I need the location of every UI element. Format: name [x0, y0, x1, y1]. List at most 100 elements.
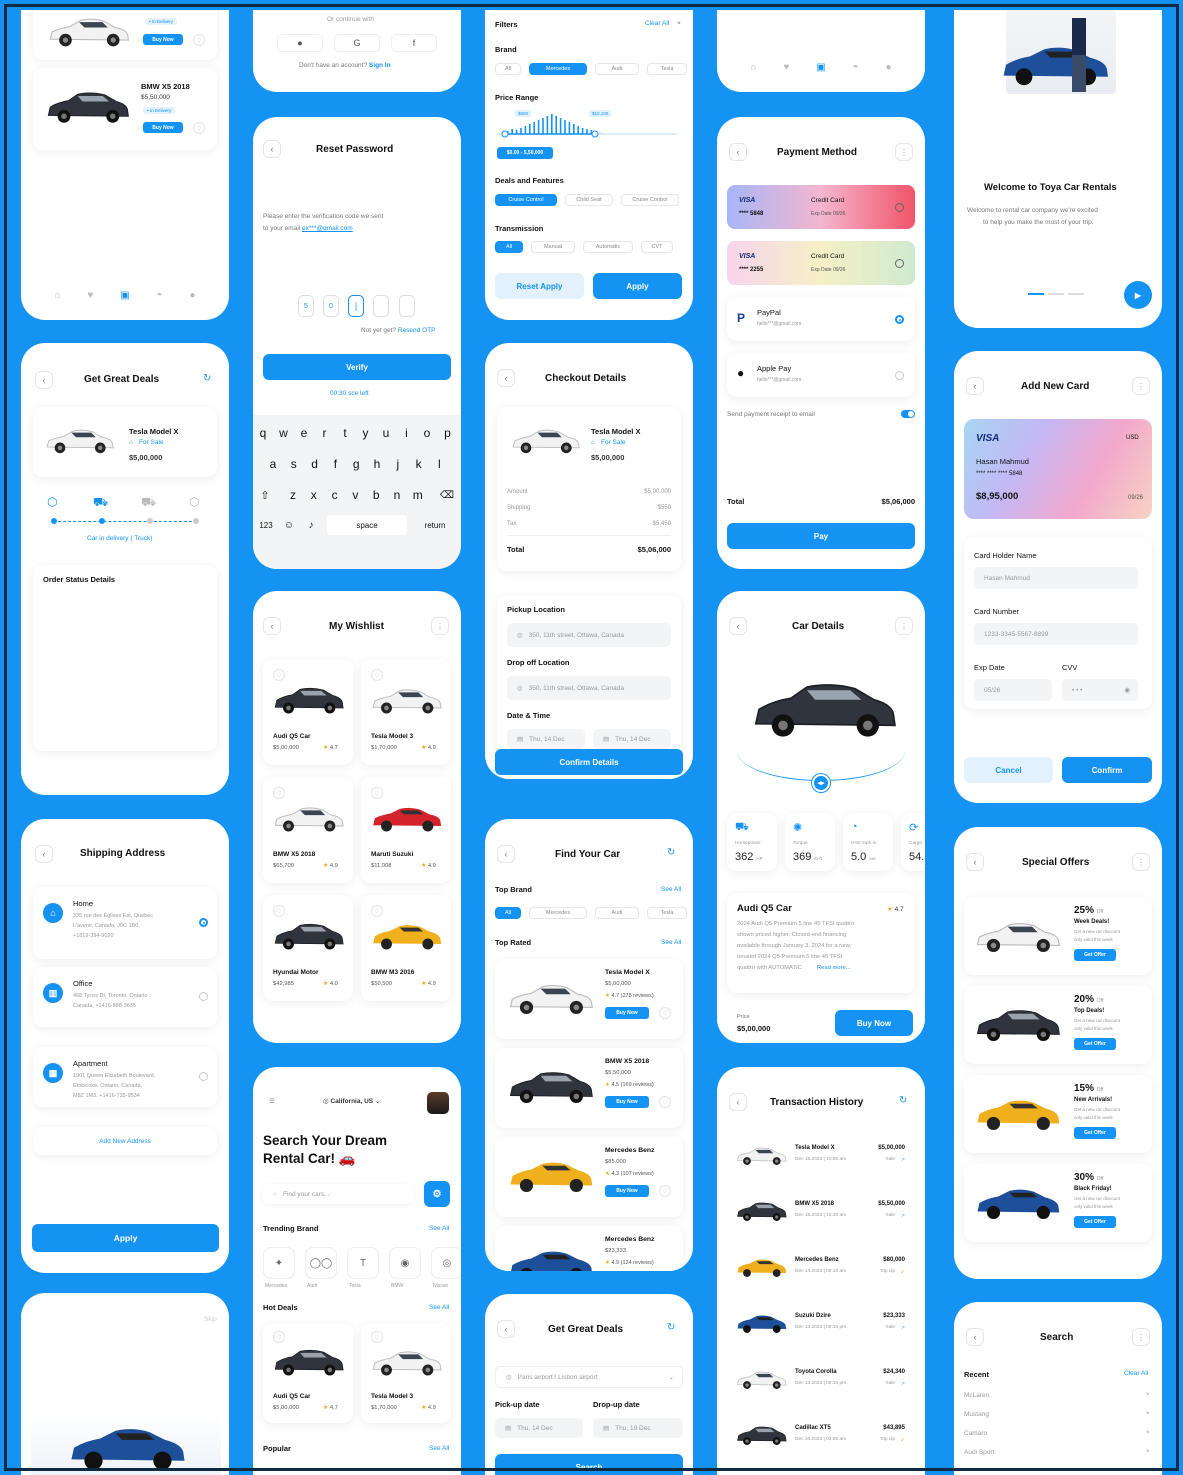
address-card[interactable]: ▦ Apartment 1901 Queen Elizabeth Bouleva…: [33, 1047, 217, 1107]
heart-icon[interactable]: ♡: [273, 905, 285, 917]
card-radio[interactable]: [895, 259, 904, 268]
key-o[interactable]: o: [419, 423, 435, 443]
exp-input[interactable]: 05/26: [974, 679, 1052, 701]
pickup-input[interactable]: ◎ 350, 11th street, Ottawa, Canada: [507, 623, 671, 647]
transaction-row[interactable]: Cadillac XT5 Dec 10,2023 | 02:55 am $43,…: [727, 1417, 915, 1463]
close-icon[interactable]: ×: [1146, 1411, 1150, 1417]
close-icon[interactable]: ×: [1146, 1430, 1150, 1436]
refresh-icon[interactable]: ↻: [667, 1322, 675, 1333]
location-input[interactable]: ◎ Paris airport / Lisbon airport ⌄: [495, 1366, 683, 1388]
filter-chip[interactable]: Child Seat: [565, 194, 613, 206]
apple-pay-radio[interactable]: [895, 371, 904, 380]
signin-link[interactable]: Sign In: [369, 62, 391, 69]
buy-now-button[interactable]: Buy Now: [605, 1185, 649, 1197]
dropoff-input[interactable]: ◎ 350, 11th street, Ottawa, Canada: [507, 676, 671, 700]
heart-icon[interactable]: ♡: [193, 122, 205, 134]
home-icon[interactable]: ⌂: [750, 62, 756, 73]
card-radio[interactable]: [895, 203, 904, 212]
see-all-link[interactable]: See All: [661, 939, 681, 946]
more-options-button[interactable]: ⋮: [1132, 853, 1150, 871]
recent-item[interactable]: McLaren: [964, 1392, 989, 1399]
filter-chip[interactable]: All: [495, 907, 521, 919]
buy-now-button[interactable]: Buy Now: [143, 34, 183, 45]
close-icon[interactable]: ×: [1146, 1449, 1150, 1455]
car-list-item[interactable]: Mercedes Benz $23,333 ★ 4.9 (124 reviews…: [495, 1226, 683, 1271]
return-key[interactable]: return: [413, 515, 457, 535]
transaction-row[interactable]: Mercedes Benz Dec 14,2023 | 09:10 am $80…: [727, 1249, 915, 1295]
more-options-button[interactable]: ⋮: [1132, 377, 1150, 395]
key-r[interactable]: r: [317, 423, 333, 443]
heart-icon[interactable]: ♡: [659, 1007, 671, 1019]
filter-chip[interactable]: Mercedes: [529, 63, 587, 75]
rotate-handle[interactable]: ◂▸: [812, 774, 830, 792]
heart-icon[interactable]: ♡: [659, 1096, 671, 1108]
receipt-toggle[interactable]: [901, 410, 915, 418]
key-g[interactable]: g: [348, 454, 364, 474]
key-s[interactable]: s: [286, 454, 302, 474]
heart-icon[interactable]: ♡: [659, 1185, 671, 1197]
drop-date-input[interactable]: ▤ Thu, 19 Dec: [593, 1418, 683, 1438]
pickup-date-input[interactable]: ▤ Thu, 14 Dec: [495, 1418, 583, 1438]
shift-key[interactable]: ⇧: [257, 485, 273, 505]
location-selector[interactable]: ◎ California, US ⌄: [323, 1097, 380, 1105]
bell-icon[interactable]: ◓: [853, 62, 859, 73]
key-l[interactable]: l: [431, 454, 447, 474]
brand-audi[interactable]: ◯◯: [305, 1247, 337, 1279]
key-x[interactable]: x: [306, 485, 322, 505]
user-icon[interactable]: ●: [885, 62, 891, 73]
clear-all-link[interactable]: Clear All: [1124, 1370, 1148, 1377]
back-button[interactable]: ‹: [35, 845, 53, 863]
filter-chip[interactable]: Tesla: [647, 907, 687, 919]
buy-now-button[interactable]: Buy Now: [605, 1096, 649, 1108]
filter-chip[interactable]: Cruise Control: [495, 194, 557, 206]
filter-chip[interactable]: Tesla: [647, 63, 687, 75]
transaction-row[interactable]: BMW X5 2018 Dec 15,2023 | 12:30 am $5,50…: [727, 1193, 915, 1239]
offer-card[interactable]: 15% Off New Arrivals! Get a new car disc…: [964, 1075, 1152, 1153]
list-item[interactable]: BMW X5 2018 $5,50,000 • In Delivery Buy …: [33, 68, 217, 150]
get-offer-button[interactable]: Get Offer: [1074, 1216, 1116, 1228]
avatar[interactable]: [427, 1092, 449, 1114]
buy-now-button[interactable]: Buy Now: [605, 1007, 649, 1019]
key-i[interactable]: i: [399, 423, 415, 443]
key-z[interactable]: z: [285, 485, 301, 505]
buy-now-button[interactable]: Buy Now: [143, 122, 183, 133]
key-e[interactable]: e: [296, 423, 312, 443]
date-start-input[interactable]: ▤ Thu, 14 Dec: [507, 729, 585, 749]
pay-button[interactable]: Pay: [727, 523, 915, 549]
see-all-link[interactable]: See All: [429, 1225, 449, 1232]
wishlist-card[interactable]: ♡ Audi Q5 Car $5,00,000 ★ 4.7: [263, 659, 353, 765]
heart-icon[interactable]: ♡: [273, 669, 285, 681]
address-card[interactable]: ⌂ Home 335 rue des Églises Est, Quebec L'…: [33, 887, 217, 959]
google-login-button[interactable]: G: [334, 34, 380, 52]
apple-pay-option[interactable]: ● Apple Pay hello***@gmail.com: [727, 353, 915, 397]
back-button[interactable]: ‹: [35, 371, 53, 389]
more-options-button[interactable]: ⋮: [895, 617, 913, 635]
back-button[interactable]: ‹: [729, 1093, 747, 1111]
filter-chip[interactable]: Automatic: [583, 241, 633, 253]
buy-now-button[interactable]: Buy Now: [835, 1010, 913, 1036]
key-d[interactable]: d: [307, 454, 323, 474]
transaction-row[interactable]: Toyota Corolla Dec 13,2023 | 09:15 pm $2…: [727, 1361, 915, 1407]
reset-button[interactable]: Reset Apply: [495, 273, 584, 299]
transaction-row[interactable]: Tesla Model X Dec 15,2023 | 10:00 am $5,…: [727, 1137, 915, 1183]
wishlist-card[interactable]: ♡ Maruti Suzuki $11,008 ★ 4.9: [361, 777, 451, 883]
back-button[interactable]: ‹: [497, 845, 515, 863]
address-radio[interactable]: [199, 918, 208, 927]
filter-chip[interactable]: Mercedes: [529, 907, 587, 919]
get-offer-button[interactable]: Get Offer: [1074, 1038, 1116, 1050]
key-f[interactable]: f: [327, 454, 343, 474]
key-v[interactable]: v: [347, 485, 363, 505]
heart-icon[interactable]: ♡: [371, 669, 383, 681]
car-list-item[interactable]: Tesla Model X $5,00,000 ★ 4.7 (278 revie…: [495, 959, 683, 1039]
recent-item[interactable]: Audi Sport: [964, 1449, 994, 1456]
more-options-button[interactable]: ⋮: [1132, 1328, 1150, 1346]
close-icon[interactable]: ×: [677, 20, 681, 27]
more-options-button[interactable]: ⋮: [431, 617, 449, 635]
brand-nissan[interactable]: ◎: [431, 1247, 461, 1279]
delete-key[interactable]: ⌫: [439, 485, 455, 505]
offer-card[interactable]: 20% Off Top Deals! Get a new car discoun…: [964, 986, 1152, 1064]
filter-chip[interactable]: All: [495, 241, 523, 253]
cvv-input[interactable]: • • • ◉: [1062, 679, 1138, 701]
address-card[interactable]: ▥ Office 468 Tycos Dr, Toronto, Ontario C…: [33, 967, 217, 1027]
menu-icon[interactable]: ≡: [269, 1096, 275, 1107]
